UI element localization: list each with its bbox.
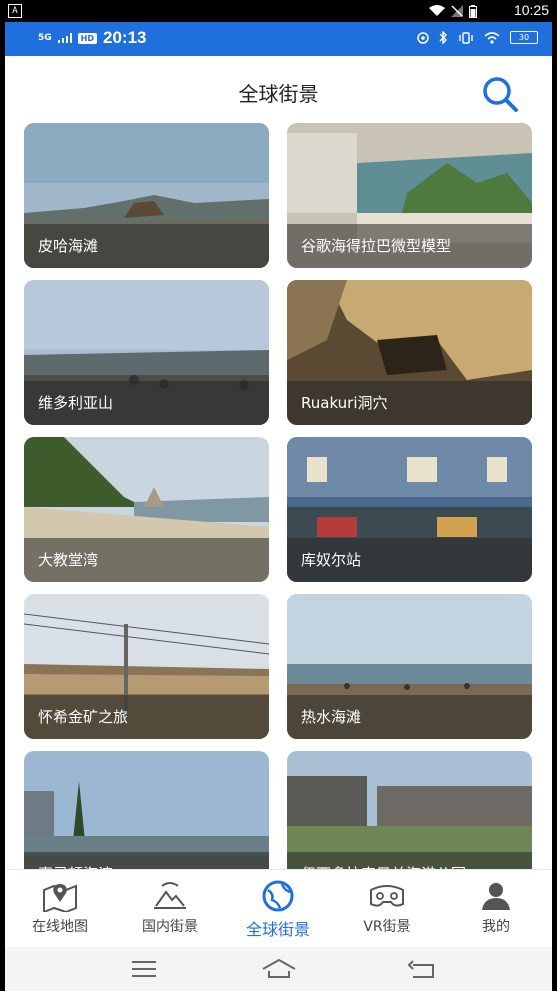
nav-item-domestic[interactable]: 国内街景 [120, 880, 220, 942]
mountain-icon [154, 882, 186, 909]
street-view-card[interactable]: 大教堂湾 [24, 437, 269, 582]
system-time: 10:25 [513, 2, 549, 18]
menu-icon[interactable] [130, 959, 158, 979]
card-caption: 维多利亚山 [24, 381, 269, 425]
card-caption: 皮哈海滩 [24, 224, 269, 268]
card-caption: 大教堂湾 [24, 538, 269, 582]
street-view-card[interactable]: 惠灵顿海滨 [24, 751, 269, 869]
phone-screen: 5G HD 20:13 30 全球街景 皮哈海滩 谷歌海得拉巴微型模型 维多利亚… [5, 22, 552, 991]
card-caption: 热水海滩 [287, 695, 532, 739]
hd-badge: HD [77, 32, 97, 44]
map-pin-icon [43, 884, 77, 912]
globe-icon [262, 880, 294, 912]
battery-indicator: 30 [510, 31, 538, 44]
home-icon[interactable] [261, 957, 297, 981]
location-icon [417, 31, 429, 44]
status-icons [429, 4, 477, 18]
system-status-bar: A 10:25 [0, 0, 557, 22]
card-caption: Ruakuri洞穴 [287, 381, 532, 425]
nav-item-vr[interactable]: VR街景 [337, 880, 437, 942]
user-icon [482, 883, 510, 910]
bottom-nav: 在线地图 国内街景 全球街景 VR街景 我的 [5, 869, 552, 948]
signal-icon [57, 33, 72, 43]
nav-label: VR街景 [363, 919, 411, 935]
main-content: 全球街景 皮哈海滩 谷歌海得拉巴微型模型 维多利亚山 Ruakuri洞穴 大教堂… [5, 56, 552, 869]
nav-item-me[interactable]: 我的 [446, 880, 546, 942]
nav-label: 国内街景 [142, 919, 198, 935]
street-view-card[interactable]: Ruakuri洞穴 [287, 280, 532, 425]
network-indicator: 5G [38, 33, 52, 43]
nav-label: 在线地图 [32, 919, 88, 935]
street-view-card[interactable]: 维多利亚山 [24, 280, 269, 425]
card-caption: 伊西多拉表兄弟海港公园 [287, 852, 532, 869]
accessibility-badge: A [8, 4, 22, 18]
street-view-card[interactable]: 库奴尔站 [287, 437, 532, 582]
bluetooth-icon [439, 31, 447, 44]
app-status-bar: 5G HD 20:13 30 [5, 22, 552, 56]
page-title: 全球街景 [238, 82, 319, 106]
card-caption: 惠灵顿海滨 [24, 852, 269, 869]
street-view-card[interactable]: 皮哈海滩 [24, 123, 269, 268]
status-time: 20:13 [103, 28, 147, 47]
street-view-card[interactable]: 谷歌海得拉巴微型模型 [287, 123, 532, 268]
search-icon[interactable] [480, 74, 520, 114]
back-icon[interactable] [407, 959, 437, 981]
nav-label: 我的 [482, 919, 510, 935]
system-nav-bar [5, 947, 552, 991]
street-view-card[interactable]: 怀希金矿之旅 [24, 594, 269, 739]
battery-icon [469, 4, 477, 18]
card-caption: 谷歌海得拉巴微型模型 [287, 224, 532, 268]
street-view-card[interactable]: 伊西多拉表兄弟海港公园 [287, 751, 532, 869]
nav-label: 全球街景 [245, 920, 310, 939]
nav-item-online-map[interactable]: 在线地图 [10, 880, 110, 942]
vr-headset-icon [370, 885, 404, 907]
no-signal-icon [451, 5, 463, 17]
nav-item-global[interactable]: 全球街景 [228, 880, 328, 942]
wifi-icon [429, 5, 445, 16]
street-view-card[interactable]: 热水海滩 [287, 594, 532, 739]
wifi-icon [484, 31, 500, 44]
card-caption: 怀希金矿之旅 [24, 695, 269, 739]
app-header: 全球街景 [5, 56, 552, 122]
vibrate-icon [459, 31, 473, 44]
card-caption: 库奴尔站 [287, 538, 532, 582]
